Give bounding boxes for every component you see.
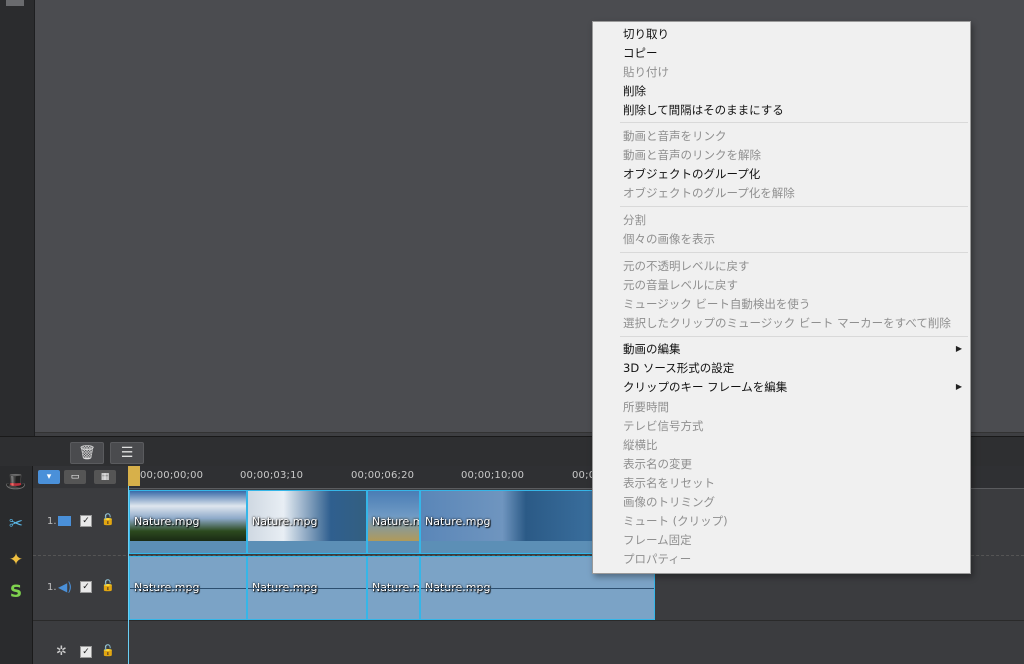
track-view-button[interactable]: ▾	[38, 470, 60, 484]
submenu-arrow-icon: ▶	[955, 382, 962, 391]
menu-separator	[620, 206, 968, 207]
unlock-icon[interactable]: 🔓	[101, 513, 115, 526]
audio-track-enable-checkbox[interactable]: ✓	[80, 581, 92, 593]
video-clip[interactable]: Nature.m	[367, 490, 420, 554]
menu-item-properties[interactable]: プロパティー	[623, 551, 691, 567]
timecode-label: 00;00;10;00	[461, 470, 525, 481]
menu-item-paste[interactable]: 貼り付け	[623, 64, 669, 80]
menu-separator	[620, 336, 968, 337]
menu-item-auto-beat[interactable]: ミュージック ビート自動検出を使う	[623, 296, 810, 312]
menu-item-ungroup[interactable]: オブジェクトのグループ化を解除	[623, 185, 795, 201]
menu-item-3d-source[interactable]: 3D ソース形式の設定	[623, 360, 734, 376]
unlock-icon[interactable]: 🔓	[101, 579, 115, 592]
menu-item-remove-beat-markers[interactable]: 選択したクリップのミュージック ビート マーカーをすべて削除	[623, 315, 951, 331]
timecode-label: 00;00;03;10	[240, 470, 304, 481]
trash-icon: 🗑	[78, 445, 96, 461]
menu-item-delete-keep-gap[interactable]: 削除して間隔はそのままにする	[623, 102, 784, 118]
audio-waveform	[248, 588, 366, 589]
audio-waveform	[368, 588, 419, 589]
effect-track-enable-checkbox[interactable]: ✓	[80, 646, 92, 658]
menu-item-rename[interactable]: 表示名の変更	[623, 456, 692, 472]
timecode-label: 00;00;06;20	[351, 470, 415, 481]
audio-waveform	[421, 588, 654, 589]
menu-item-copy[interactable]: コピー	[623, 45, 658, 61]
left-rail	[0, 0, 35, 436]
menu-item-reset-name[interactable]: 表示名をリセット	[623, 475, 715, 491]
submenu-arrow-icon: ▶	[955, 344, 962, 353]
fit-icon: ▭	[70, 472, 80, 482]
track-number: 1.	[47, 582, 57, 593]
audio-clip[interactable]: Nature.mpg	[129, 556, 247, 620]
clip-name: Nature.mpg	[425, 515, 491, 528]
scissors-icon[interactable]: ✂	[2, 510, 30, 538]
effect-track-icon: ✲	[56, 644, 67, 659]
menu-item-duration[interactable]: 所要時間	[623, 399, 669, 415]
add-track-button[interactable]: ▦	[94, 470, 116, 484]
add-track-icon: ▦	[100, 472, 110, 482]
menu-item-cut[interactable]: 切り取り	[623, 26, 669, 42]
menu-item-delete[interactable]: 削除	[623, 83, 646, 99]
video-track-enable-checkbox[interactable]: ✓	[80, 515, 92, 527]
delete-button[interactable]: 🗑	[70, 442, 104, 464]
menu-item-show-frames[interactable]: 個々の画像を表示	[623, 231, 715, 247]
playhead-line[interactable]	[128, 466, 129, 664]
clip-name: Nature.m	[372, 515, 420, 528]
clip-name: Nature.mpg	[134, 515, 200, 528]
video-clip[interactable]: Nature.mpg	[247, 490, 367, 554]
clip-name: Nature.mpg	[252, 515, 318, 528]
menu-item-freeze-frame[interactable]: フレーム固定	[623, 532, 692, 548]
magic-wand-icon[interactable]: ✦	[2, 546, 30, 574]
timecode-label: 00;00;00;00	[140, 470, 204, 481]
track-view-icon: ▾	[46, 472, 52, 482]
menu-item-unlink-av[interactable]: 動画と音声のリンクを解除	[623, 147, 761, 163]
menu-item-crop[interactable]: 画像のトリミング	[623, 494, 715, 510]
audio-tool-icon[interactable]: S	[2, 578, 30, 606]
menu-item-split[interactable]: 分割	[623, 212, 646, 228]
audio-waveform	[130, 588, 246, 589]
track-number: 1.	[47, 516, 57, 527]
audio-clip[interactable]: Nature.mpg	[367, 556, 420, 620]
menu-item-edit-video[interactable]: 動画の編集	[623, 341, 681, 357]
effect-track-row	[33, 621, 1024, 664]
unlock-icon[interactable]: 🔓	[101, 644, 115, 657]
panel-grip-icon[interactable]	[6, 0, 24, 6]
menu-separator	[620, 122, 968, 123]
audio-track-icon: ◀)	[58, 580, 72, 594]
menu-item-link-av[interactable]: 動画と音声をリンク	[623, 128, 727, 144]
menu-item-reset-volume[interactable]: 元の音量レベルに戻す	[623, 277, 738, 293]
tools-column: 🎩 ✂ ✦ S	[0, 466, 33, 664]
menu-item-aspect-ratio[interactable]: 縦横比	[623, 437, 658, 453]
menu-item-tv-format[interactable]: テレビ信号方式	[623, 418, 704, 434]
menu-item-mute-clip[interactable]: ミュート (クリップ)	[623, 513, 728, 529]
menu-item-keyframes[interactable]: クリップのキー フレームを編集	[623, 379, 787, 395]
playhead-handle[interactable]	[128, 466, 140, 486]
list-icon: ☰	[120, 445, 134, 461]
video-clip[interactable]: Nature.mpg	[129, 490, 247, 554]
menu-item-group[interactable]: オブジェクトのグループ化	[623, 166, 760, 182]
audio-clip[interactable]: Nature.mpg	[247, 556, 367, 620]
video-track-icon	[58, 516, 71, 526]
context-menu: 切り取り コピー 貼り付け 削除 削除して間隔はそのままにする 動画と音声をリン…	[592, 21, 971, 574]
magic-hat-icon[interactable]: 🎩	[2, 468, 30, 496]
menu-separator	[620, 252, 968, 253]
fit-timeline-button[interactable]: ▭	[64, 470, 86, 484]
menu-item-reset-opacity[interactable]: 元の不透明レベルに戻す	[623, 258, 750, 274]
more-functions-button[interactable]: ☰	[110, 442, 144, 464]
